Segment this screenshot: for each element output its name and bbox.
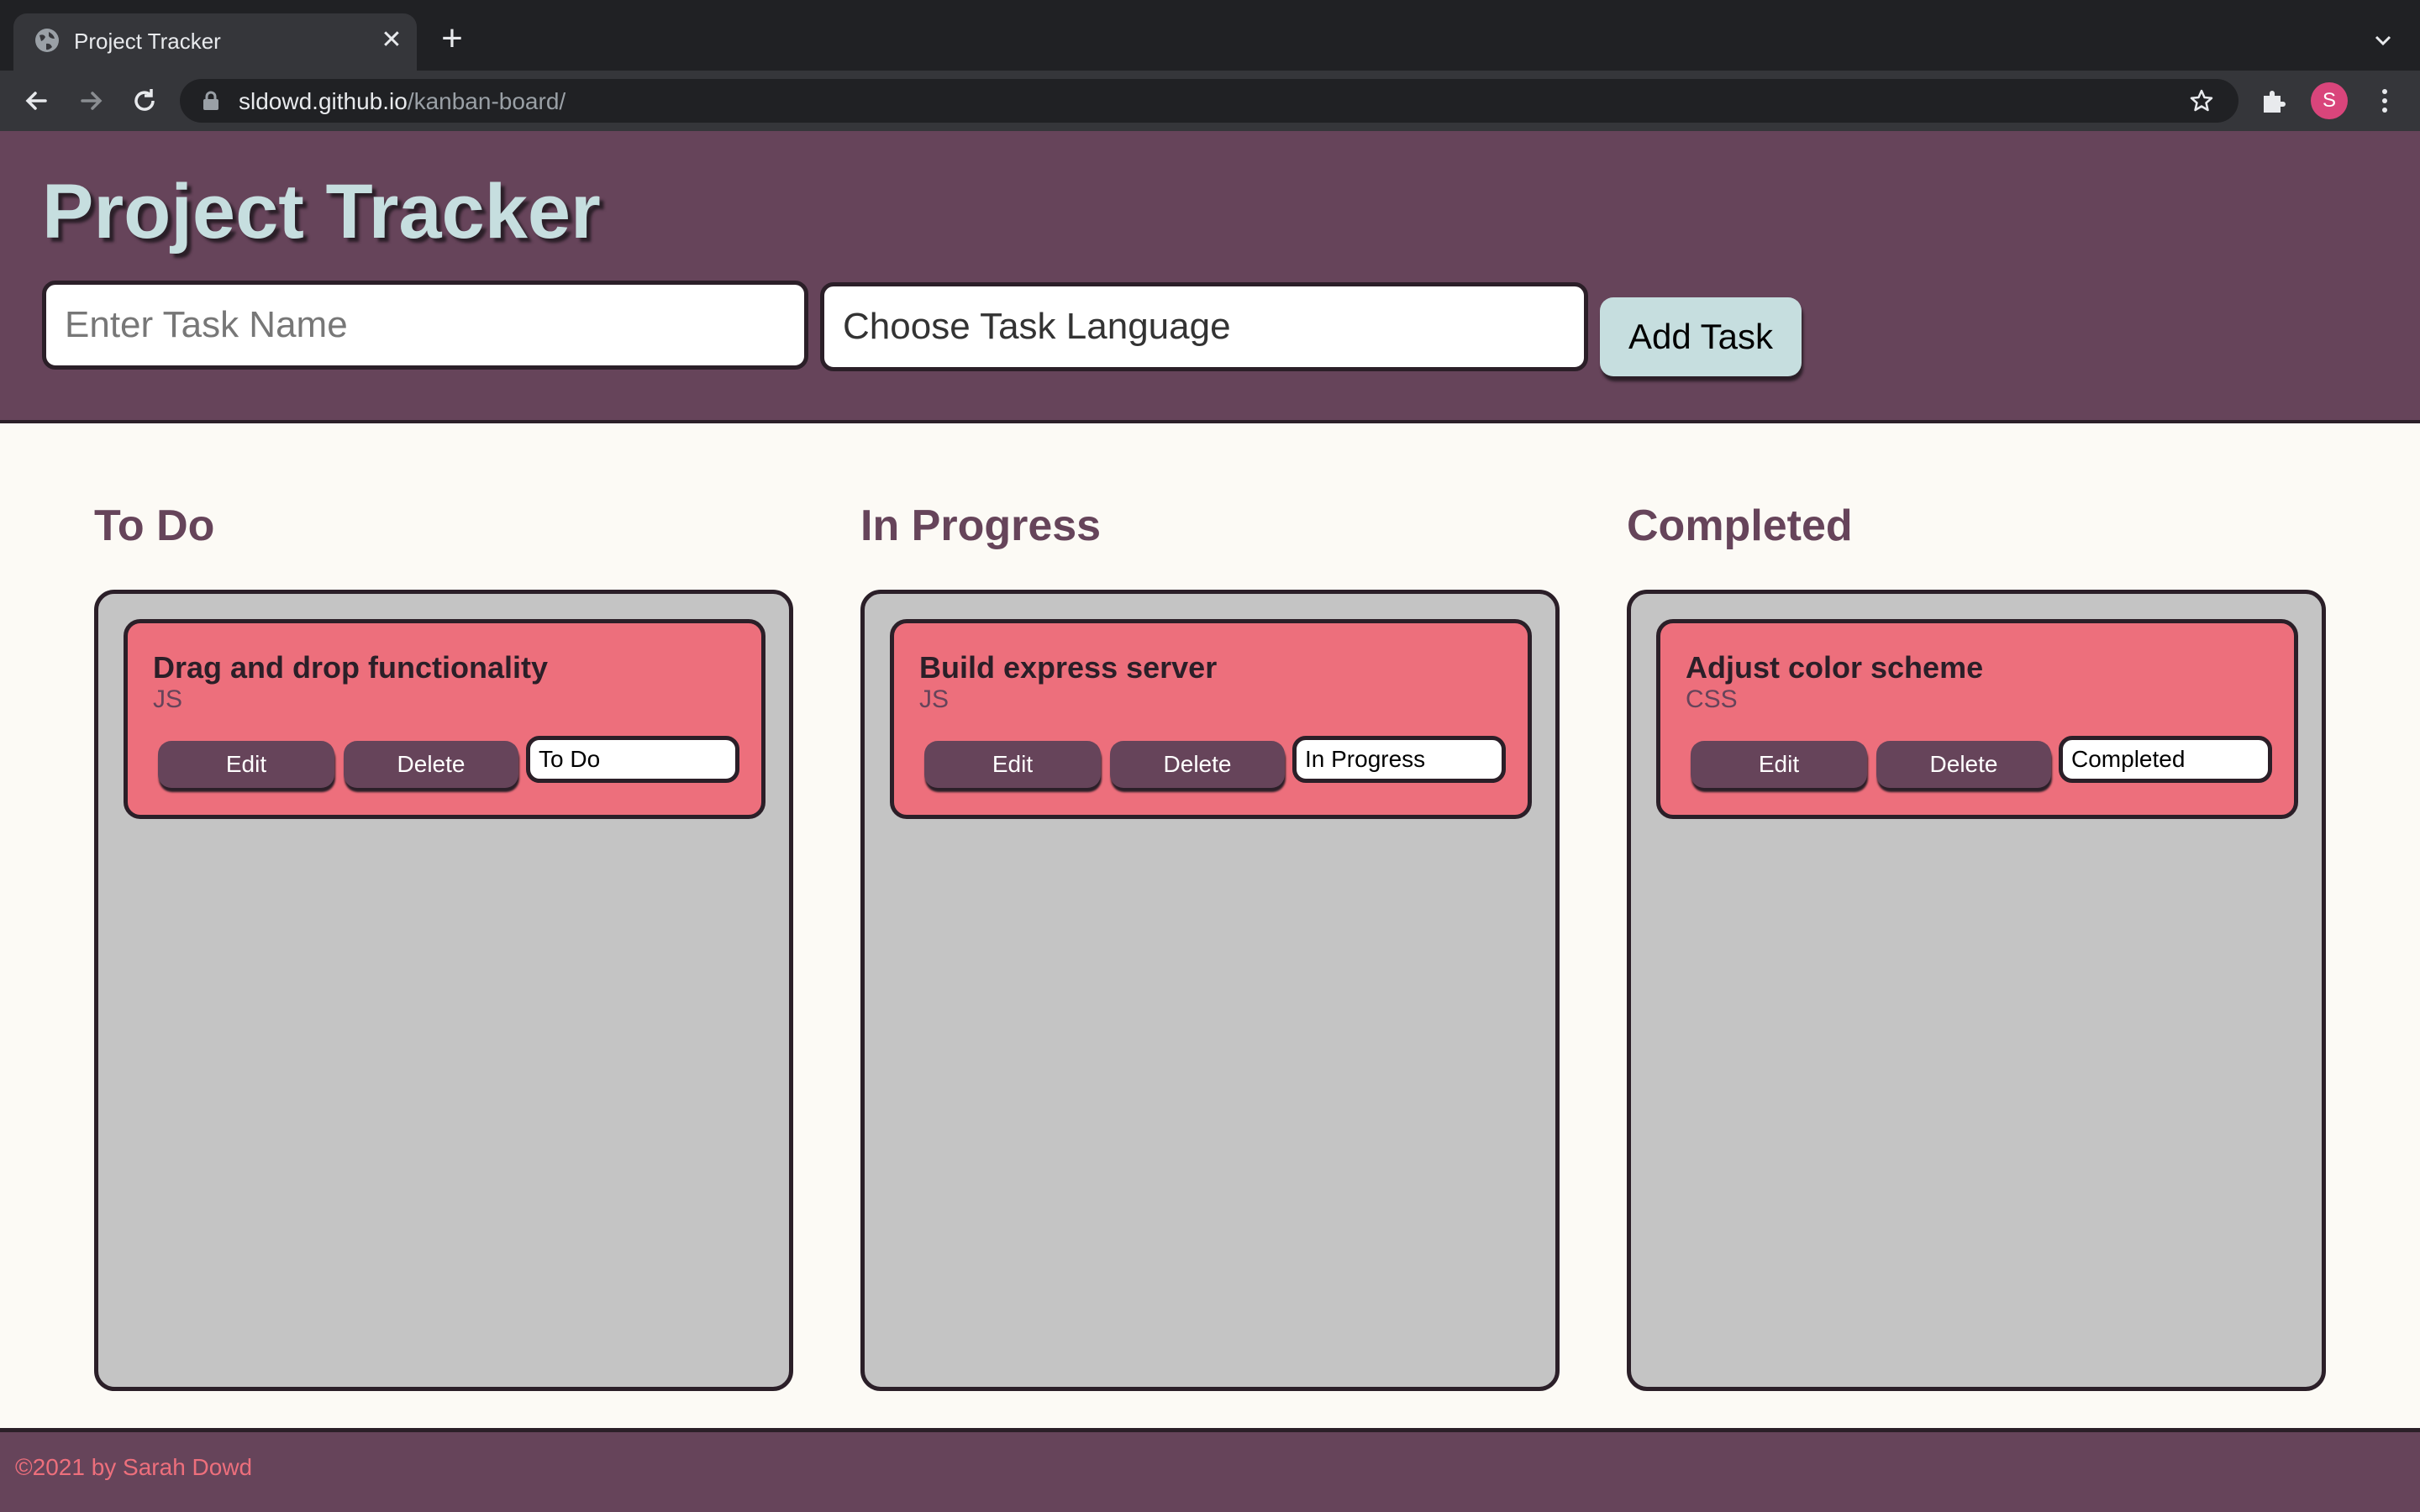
edit-button[interactable]: Edit [158,741,334,788]
lock-icon [203,91,218,110]
browser-tab[interactable]: Project Tracker ✕ [13,13,417,71]
edit-button[interactable]: Edit [924,741,1101,788]
lane-in-progress[interactable]: Build express server JS Edit Delete [860,590,1560,1391]
browser-tabstrip: Project Tracker ✕ + [0,0,2420,71]
task-language: JS [153,685,183,713]
task-language-input[interactable] [820,282,1588,371]
chevron-down-icon[interactable] [2368,25,2398,55]
forward-icon[interactable] [72,82,109,119]
delete-button[interactable]: Delete [344,741,518,788]
app-footer: ©2021 by Sarah Dowd [0,1428,2420,1512]
address-bar[interactable]: sldowd.github.io/kanban-board/ [180,79,2238,123]
task-card[interactable]: Adjust color scheme CSS Edit Delete [1656,619,2298,819]
menu-icon[interactable] [2370,86,2400,116]
app-header: Project Tracker Add Task [0,131,2420,423]
task-language: JS [919,685,950,713]
delete-button[interactable]: Delete [1110,741,1285,788]
task-title: Build express server [919,650,1218,685]
task-card[interactable]: Drag and drop functionality JS Edit Dele… [124,619,765,819]
task-card[interactable]: Build express server JS Edit Delete [890,619,1532,819]
back-icon[interactable] [18,82,55,119]
profile-avatar[interactable]: S [2311,82,2348,119]
task-title: Adjust color scheme [1686,650,1984,685]
lane-todo[interactable]: Drag and drop functionality JS Edit Dele… [94,590,793,1391]
add-task-button[interactable]: Add Task [1600,297,1802,376]
task-title: Drag and drop functionality [153,650,549,685]
star-icon[interactable] [2188,87,2215,114]
globe-icon [35,29,59,52]
reload-icon[interactable] [126,82,163,119]
status-input[interactable] [526,736,739,783]
delete-button[interactable]: Delete [1876,741,2051,788]
edit-button[interactable]: Edit [1691,741,1867,788]
column-title-completed: Completed [1627,501,1853,550]
page-title: Project Tracker [42,169,601,255]
status-input[interactable] [2059,736,2272,783]
copyright-text: ©2021 by Sarah Dowd [15,1454,253,1480]
url-host: sldowd.github.io [239,88,408,114]
close-icon[interactable]: ✕ [376,25,407,55]
puzzle-icon[interactable] [2259,86,2289,116]
tab-title: Project Tracker [74,29,221,54]
url-text: sldowd.github.io/kanban-board/ [239,88,566,115]
column-title-todo: To Do [94,501,215,550]
url-path: /kanban-board/ [407,88,566,114]
browser-toolbar: sldowd.github.io/kanban-board/ S [0,71,2420,131]
column-title-in-progress: In Progress [860,501,1102,550]
plus-icon[interactable]: + [435,20,469,57]
task-language: CSS [1686,685,1738,713]
status-input[interactable] [1292,736,1506,783]
lane-completed[interactable]: Adjust color scheme CSS Edit Delete [1627,590,2326,1391]
task-name-input[interactable] [42,281,808,370]
